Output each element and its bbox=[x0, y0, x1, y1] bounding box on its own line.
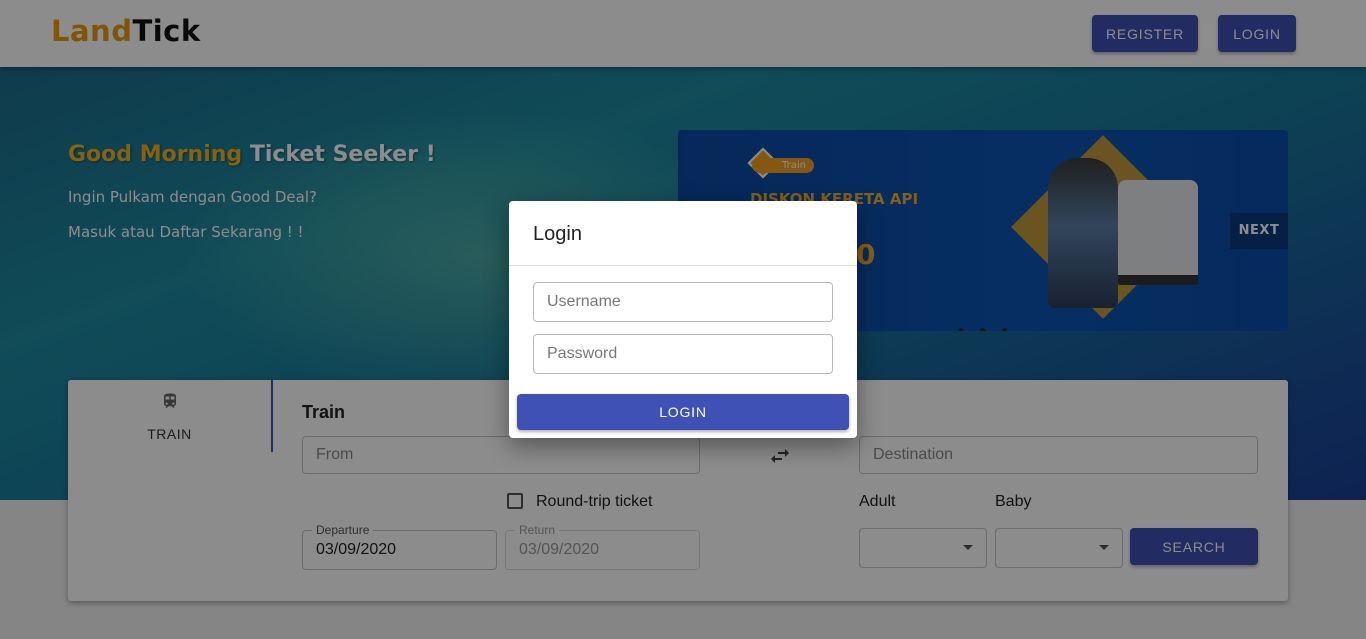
login-modal: Login LOGIN bbox=[509, 201, 857, 438]
modal-login-button[interactable]: LOGIN bbox=[517, 394, 849, 430]
password-input[interactable] bbox=[533, 334, 833, 374]
username-input[interactable] bbox=[533, 282, 833, 322]
modal-divider bbox=[509, 265, 857, 266]
modal-title: Login bbox=[533, 223, 582, 245]
